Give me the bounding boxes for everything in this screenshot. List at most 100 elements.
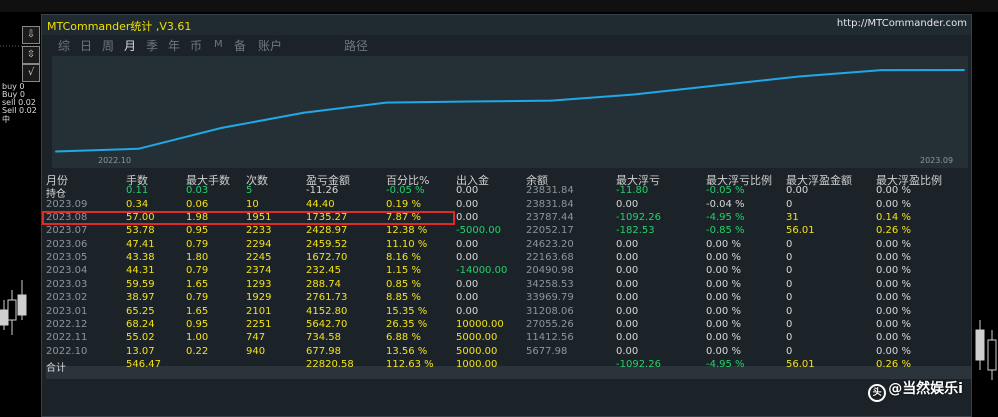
table-cell: 56.01 [786, 225, 815, 237]
tab-year[interactable]: 年 [168, 37, 180, 54]
table-cell: 0.00 [616, 278, 639, 290]
table-header-row: 月份 手数 最大手数 次数 盈亏金额 百分比% 出入金 余额 最大浮亏 最大浮亏比例 最大浮盈金额最… [46, 172, 968, 187]
table-cell: -14000.00 [456, 265, 508, 277]
table-cell: 23831.84 [526, 185, 574, 197]
table-cell: 13.07 [126, 345, 155, 357]
table-cell: 44.31 [126, 265, 155, 277]
table-cell: -1092.26 [616, 358, 661, 370]
table-cell: 12.38 % [386, 225, 428, 237]
equity-point-2023.04 [550, 99, 553, 102]
table-cell: 8.16 % [386, 252, 421, 264]
table-cell: 2023.09 [46, 198, 88, 210]
table-cell: 940 [246, 345, 266, 357]
x-axis-end-label: 2023.09 [920, 156, 954, 165]
table-row: 2023.06 47.41 0.79 2294 2459.52 11.10 % 0.00 24… [46, 239, 968, 252]
table-cell: 0.00 [616, 265, 639, 277]
table-cell: 2023.07 [46, 225, 88, 237]
equity-line-chart [55, 69, 965, 153]
table-cell: 0.00 % [876, 198, 911, 210]
equity-point-2023.09 [963, 69, 965, 71]
left-tool-button-2[interactable]: ⇳ [22, 46, 40, 64]
table-cell: 2245 [246, 252, 272, 264]
table-cell: -4.95 % [706, 358, 745, 370]
table-row: 2023.03 59.59 1.65 1293 288.74 0.85 % 0.00 3425… [46, 279, 968, 292]
table-cell: -0.05 % [706, 185, 745, 197]
table-cell: 0 [786, 305, 793, 317]
table-cell: 0 [786, 332, 793, 344]
equity-point-2023.06 [715, 84, 718, 87]
table-cell: 0.00 % [706, 278, 741, 290]
table-cell: 4152.80 [306, 305, 348, 317]
table-cell: 0 [786, 292, 793, 304]
table-cell: 55.02 [126, 332, 155, 344]
table-cell: 2233 [246, 225, 272, 237]
table-cell: 31 [786, 212, 799, 224]
table-cell: 13.56 % [386, 345, 428, 357]
table-cell: 0.19 % [386, 198, 421, 210]
table-cell: 59.59 [126, 278, 155, 290]
table-cell: 1.65 [186, 278, 209, 290]
table-cell: 546.47 [126, 358, 161, 370]
table-cell: 0.00 % [706, 332, 741, 344]
table-cell: 5 [246, 185, 253, 197]
table-cell: 0.00 % [876, 185, 911, 197]
table-cell: 0.00 [456, 292, 479, 304]
table-cell: 0.85 % [386, 278, 421, 290]
tab-summary[interactable]: 综 [58, 37, 70, 54]
tab-month[interactable]: 月 [124, 37, 136, 54]
table-row: 2023.04 44.31 0.79 2374 232.45 1.15 % -14000.0… [46, 265, 968, 278]
table-cell: 0.00 % [876, 252, 911, 264]
table-row: 持仓 0.11 0.03 5 -11.26 -0.05 % 0.00 23831.84 -11.… [46, 185, 968, 200]
table-cell: 2294 [246, 238, 272, 250]
table-cell: 1.80 [186, 252, 209, 264]
table-row: 2022.11 55.02 1.00 747 734.58 6.88 % 5000.00 11… [46, 332, 968, 345]
table-row: 2023.02 38.97 0.79 1929 2761.73 8.85 % 0.00 339… [46, 292, 968, 305]
table-cell: 0.00 % [876, 318, 911, 330]
tab-backup[interactable]: 备 [234, 37, 246, 54]
table-cell: 22163.68 [526, 252, 574, 264]
table-cell: 2101 [246, 305, 272, 317]
table-cell: 0.26 % [876, 358, 911, 370]
table-cell: 15.35 % [386, 305, 428, 317]
table-cell: 23831.84 [526, 198, 574, 210]
tab-quarter[interactable]: 季 [146, 37, 158, 54]
table-cell: 10 [246, 198, 259, 210]
table-cell: -0.85 % [706, 225, 745, 237]
tab-m[interactable]: M [214, 39, 223, 50]
table-cell: 26.35 % [386, 318, 428, 330]
table-cell: 53.78 [126, 225, 155, 237]
table-total-row: 合计 546.47 22820.58 112.63 % 1000.00 -1092.26 -… [46, 358, 968, 374]
tab-week[interactable]: 周 [102, 37, 114, 54]
tab-day[interactable]: 日 [80, 37, 92, 54]
left-tool-button-3[interactable]: √ [22, 64, 40, 82]
website-link[interactable]: http://MTCommander.com [837, 18, 967, 29]
window-title: MTCommander统计 ,V3.61 [47, 20, 192, 33]
table-cell: 0 [786, 345, 793, 357]
left-tool-button-1[interactable]: ⇩ [22, 26, 40, 44]
tab-path[interactable]: 路径 [344, 37, 368, 54]
table-cell: 0.00 % [876, 278, 911, 290]
left-label-mid: 中 [2, 115, 10, 124]
tab-account[interactable]: 账户 [258, 37, 282, 54]
equity-point-2023.01 [302, 111, 305, 114]
equity-point-2022.10 [55, 150, 57, 153]
table-cell: 0.00 [456, 198, 479, 210]
table-cell: 0.00 [616, 345, 639, 357]
table-row: 2022.10 13.07 0.22 940 677.98 13.56 % 5000.00 5… [46, 346, 968, 359]
table-cell: 0.79 [186, 238, 209, 250]
table-cell: 232.45 [306, 265, 341, 277]
highlight-box [42, 211, 455, 226]
table-cell: 0.34 [126, 198, 149, 210]
watermark: 头 @当然娱乐i [868, 378, 963, 402]
toutiao-icon: 头 [868, 384, 887, 402]
table-cell: 2251 [246, 318, 272, 330]
table-cell: 0.00 [616, 198, 639, 210]
table-cell: 38.97 [126, 292, 155, 304]
table-row: 2022.12 68.24 0.95 2251 5642.70 26.35 % 10000.… [46, 319, 968, 332]
table-cell: 2022.10 [46, 345, 88, 357]
tab-currency[interactable]: 币 [190, 37, 202, 54]
table-cell: 0.00 [616, 332, 639, 344]
table-cell: 2022.12 [46, 318, 88, 330]
table-cell: 31208.06 [526, 305, 574, 317]
table-cell: 0 [786, 318, 793, 330]
